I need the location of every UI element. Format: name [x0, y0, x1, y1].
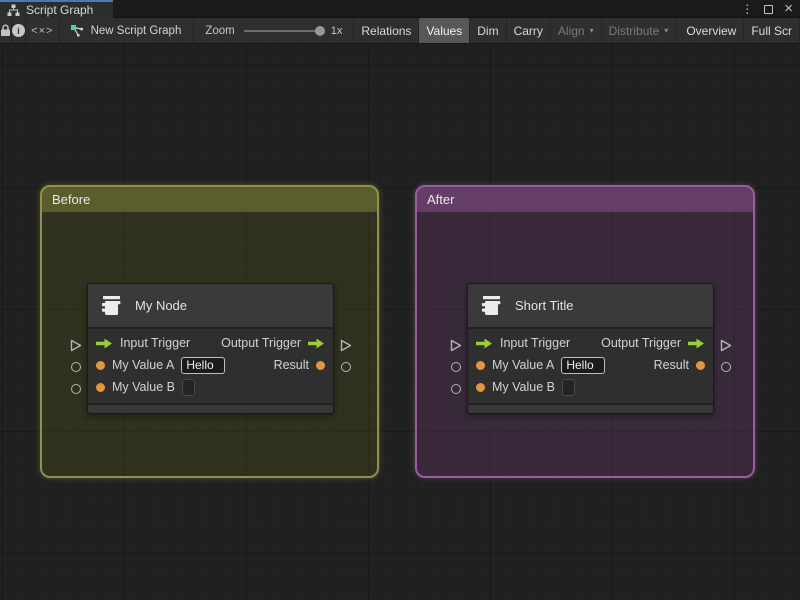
external-flow-port-triangle[interactable]	[340, 339, 352, 352]
unity-script-graph-window: Script Graph ⋮ × i <×> New Script Graph …	[0, 0, 800, 600]
info-icon: i	[12, 24, 25, 37]
port-label: Output Trigger	[601, 336, 681, 350]
group-after-header[interactable]: After	[417, 187, 753, 212]
flow-arrow-icon[interactable]	[308, 338, 325, 349]
graph-toolbar: i <×> New Script Graph Zoom 1x Relations…	[0, 18, 800, 44]
port-label: Result	[653, 358, 689, 372]
zoom-label: Zoom	[205, 24, 235, 37]
value-port-dot[interactable]	[696, 360, 705, 370]
port-row: Input Trigger Output Trigger	[468, 332, 713, 354]
node-footer	[88, 403, 333, 413]
zoom-slider-handle[interactable]	[314, 25, 325, 36]
toolbar-button-values[interactable]: Values	[419, 18, 471, 43]
port-row: My Value B	[88, 376, 333, 398]
port-label: My Value A	[112, 358, 175, 372]
port-row: Input Trigger Output Trigger	[88, 332, 333, 354]
node-title: Short Title	[515, 298, 574, 313]
node-short-title[interactable]: Short Title Input Trigger Output Trigger	[450, 283, 732, 414]
my-value-a-input[interactable]	[561, 356, 606, 374]
close-icon[interactable]: ×	[784, 0, 793, 18]
info-button[interactable]: i	[12, 18, 26, 43]
graph-icon	[7, 4, 20, 17]
toolbar-button-fullscreen[interactable]: Full Scr	[744, 18, 800, 43]
port-label: My Value B	[112, 380, 175, 394]
node-body: Input Trigger Output Trigger My Value A	[88, 329, 333, 403]
external-value-port-circle[interactable]	[71, 362, 81, 372]
flow-arrow-icon[interactable]	[476, 338, 493, 349]
zoom-control: Zoom 1x	[194, 18, 355, 43]
code-preview-icon: <×>	[31, 24, 54, 37]
lock-icon	[0, 24, 11, 37]
toolbar-button-relations[interactable]: Relations	[354, 18, 420, 43]
my-value-b-input[interactable]	[182, 378, 195, 396]
external-value-port-circle[interactable]	[721, 362, 731, 372]
tab-script-graph[interactable]: Script Graph	[0, 0, 113, 18]
toolbar-button-overview[interactable]: Overview	[679, 18, 745, 43]
group-before-header[interactable]: Before	[42, 187, 377, 212]
group-title: Before	[52, 192, 91, 207]
value-port-dot[interactable]	[96, 360, 105, 370]
value-port-dot[interactable]	[96, 382, 105, 392]
port-label: My Value B	[492, 380, 555, 394]
external-value-port-circle[interactable]	[451, 384, 461, 394]
value-port-dot[interactable]	[476, 382, 485, 392]
external-value-port-circle[interactable]	[341, 362, 351, 372]
unit-node-icon	[98, 293, 124, 319]
zoom-value: 1x	[330, 24, 343, 37]
port-label: Input Trigger	[500, 336, 571, 350]
new-graph-label: New Script Graph	[90, 24, 182, 37]
toolbar-button-dim[interactable]: Dim	[470, 18, 507, 43]
new-graph-icon	[70, 24, 84, 37]
chevron-down-icon: ▾	[664, 26, 669, 35]
zoom-slider[interactable]	[243, 25, 325, 36]
window-controls: ⋮ ×	[741, 0, 793, 18]
new-script-graph-button[interactable]: New Script Graph	[60, 18, 195, 43]
node-title: My Node	[135, 298, 188, 313]
overflow-menu-icon[interactable]: ⋮	[741, 0, 753, 18]
value-port-dot[interactable]	[316, 360, 325, 370]
tab-title: Script Graph	[26, 3, 94, 17]
port-row: My Value A Result	[468, 354, 713, 376]
node-header[interactable]: Short Title	[468, 284, 713, 329]
port-row: My Value B	[468, 376, 713, 398]
toolbar-button-align[interactable]: Align ▾	[551, 18, 602, 43]
maximize-icon[interactable]	[764, 4, 774, 14]
node-body: Input Trigger Output Trigger My Value A	[468, 329, 713, 403]
group-title: After	[427, 192, 455, 207]
port-label: Input Trigger	[120, 336, 191, 350]
external-value-port-circle[interactable]	[451, 362, 461, 372]
toolbar-button-carry[interactable]: Carry	[507, 18, 551, 43]
chevron-down-icon: ▾	[589, 26, 594, 35]
external-flow-port-triangle[interactable]	[450, 339, 462, 352]
flow-arrow-icon[interactable]	[688, 338, 705, 349]
toolbar-button-distribute[interactable]: Distribute ▾	[602, 18, 677, 43]
value-port-dot[interactable]	[476, 360, 485, 370]
flow-arrow-icon[interactable]	[96, 338, 113, 349]
node-my-node[interactable]: My Node Input Trigger Output Trigger My …	[70, 283, 352, 414]
external-flow-port-triangle[interactable]	[70, 339, 82, 352]
title-bar: Script Graph ⋮ ×	[0, 0, 800, 18]
graph-canvas[interactable]: Before After My Node Input Trigger Outpu…	[0, 44, 800, 600]
unit-node-icon	[478, 293, 504, 319]
my-value-b-input[interactable]	[562, 378, 575, 396]
my-value-a-input[interactable]	[181, 356, 226, 374]
node-header[interactable]: My Node	[88, 284, 333, 329]
port-label: My Value A	[492, 358, 555, 372]
code-preview-button[interactable]: <×>	[26, 18, 60, 43]
external-flow-port-triangle[interactable]	[720, 339, 732, 352]
port-row: My Value A Result	[88, 354, 333, 376]
port-label: Result	[273, 358, 309, 372]
external-value-port-circle[interactable]	[71, 384, 81, 394]
port-label: Output Trigger	[221, 336, 301, 350]
node-footer	[468, 403, 713, 413]
lock-button[interactable]	[0, 18, 12, 43]
